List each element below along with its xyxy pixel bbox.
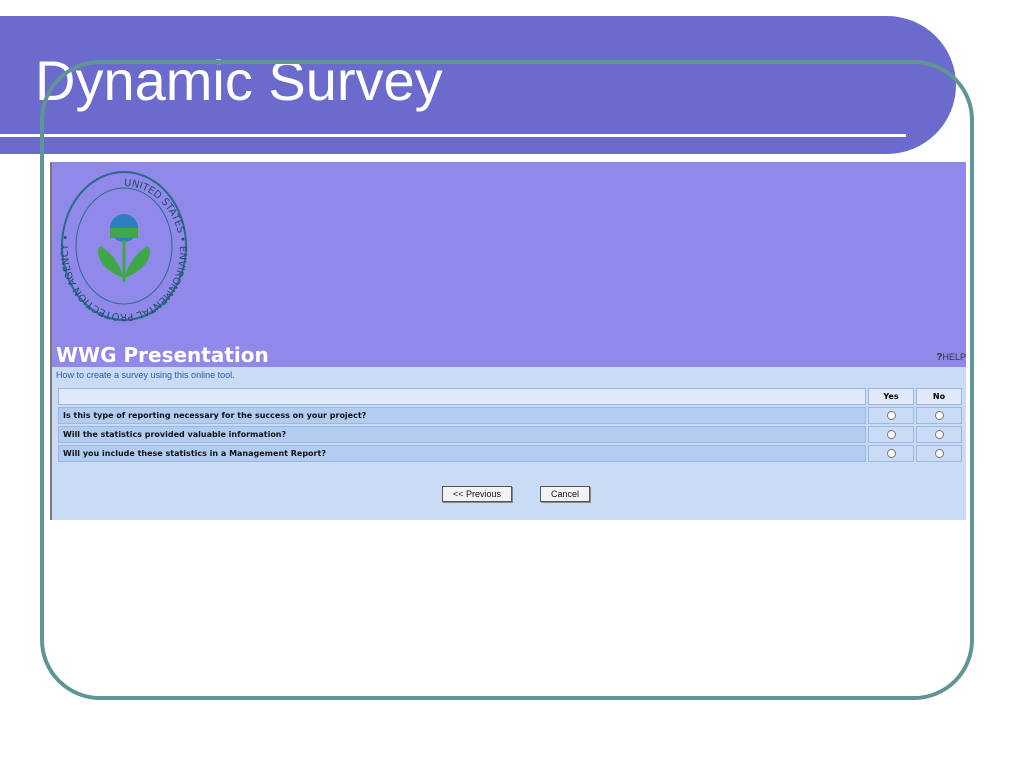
previous-button[interactable]: << Previous (442, 486, 513, 502)
table-row: Will you include these statistics in a M… (58, 445, 962, 462)
header-no: No (916, 388, 962, 405)
question-text: Will you include these statistics in a M… (58, 445, 866, 462)
table-header-row: Yes No (58, 388, 962, 405)
yes-radio[interactable] (886, 411, 896, 420)
survey-subtitle: How to create a survey using this online… (56, 370, 235, 380)
survey-screenshot: UNITED STATES • ENVIRONMENTAL PROTECTION… (50, 162, 966, 520)
survey-table: Yes No Is this type of reporting necessa… (56, 386, 964, 464)
yes-radio-cell (868, 445, 914, 462)
survey-title: WWG Presentation (56, 343, 269, 367)
header-yes: Yes (868, 388, 914, 405)
no-radio-cell (916, 445, 962, 462)
help-label: HELP (942, 352, 966, 362)
table-row: Is this type of reporting necessary for … (58, 407, 962, 424)
yes-radio-cell (868, 407, 914, 424)
question-text: Will the statistics provided valuable in… (58, 426, 866, 443)
question-text: Is this type of reporting necessary for … (58, 407, 866, 424)
no-radio-cell (916, 407, 962, 424)
table-row: Will the statistics provided valuable in… (58, 426, 962, 443)
no-radio-cell (916, 426, 962, 443)
header-blank (58, 388, 866, 405)
epa-seal-icon: UNITED STATES • ENVIRONMENTAL PROTECTION… (60, 171, 188, 322)
cancel-button[interactable]: Cancel (540, 486, 591, 502)
help-link[interactable]: ?HELP (936, 352, 966, 363)
no-radio[interactable] (934, 449, 944, 458)
yes-radio[interactable] (886, 449, 896, 458)
yes-radio-cell (868, 426, 914, 443)
survey-header: UNITED STATES • ENVIRONMENTAL PROTECTION… (52, 162, 966, 367)
yes-radio[interactable] (886, 430, 896, 439)
no-radio[interactable] (934, 430, 944, 439)
no-radio[interactable] (934, 411, 944, 420)
